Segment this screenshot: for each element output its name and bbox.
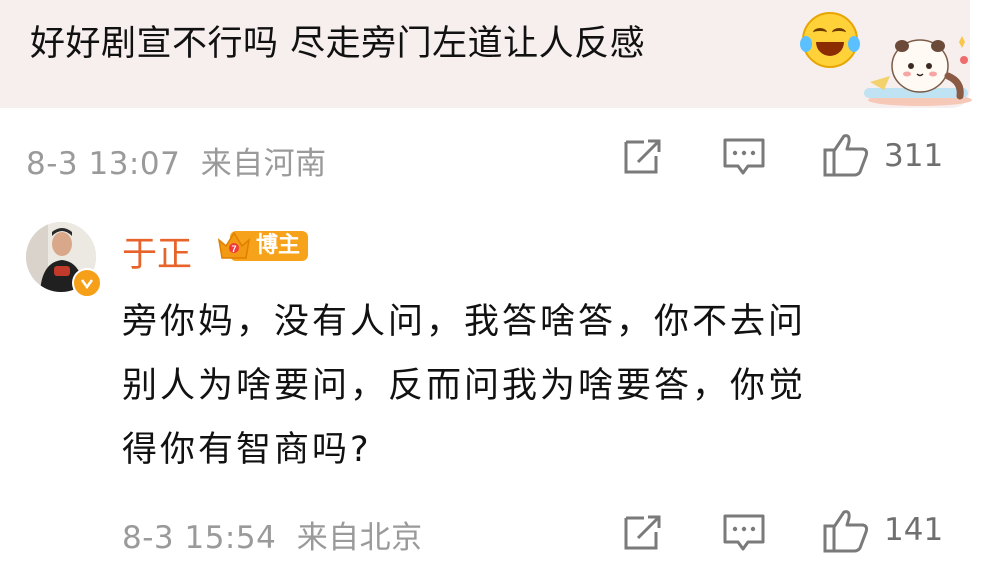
like-icon[interactable] — [822, 132, 870, 178]
reply-line: 旁你妈，没有人问，我答啥答，你不去问 — [122, 302, 807, 342]
comment-text: 好好剧宣不行吗 尽走旁门左道让人反感 — [30, 24, 646, 64]
laughing-crying-emoji-icon — [800, 12, 860, 68]
comment-like-count: 311 — [884, 138, 944, 174]
like-icon[interactable] — [822, 508, 870, 554]
comment-timestamp: 8-3 13:07 来自河南 — [26, 146, 327, 182]
svg-text:7: 7 — [231, 244, 236, 254]
comment-bubble: 好好剧宣不行吗 尽走旁门左道让人反感 — [0, 0, 972, 108]
reply-line: 得你有智商吗? — [122, 430, 372, 470]
reply-like-count: 141 — [884, 512, 944, 548]
comment-icon[interactable] — [722, 512, 766, 554]
share-icon[interactable] — [622, 136, 664, 176]
blogger-badge: 7 博主 — [216, 226, 309, 266]
reply-line: 别人为啥要问，反而问我为啥要答，你觉 — [122, 366, 807, 406]
panda-sticker-icon — [864, 36, 972, 106]
crown-icon: 7 — [217, 231, 251, 259]
share-icon[interactable] — [622, 512, 664, 552]
verified-icon — [72, 268, 102, 298]
reply-text: 旁你妈，没有人问，我答啥答，你不去问 别人为啥要问，反而问我为啥要答，你觉 得你… — [122, 290, 942, 482]
username[interactable]: 于正 — [122, 226, 192, 277]
comment-icon[interactable] — [722, 136, 766, 178]
reply-timestamp: 8-3 15:54 来自北京 — [122, 520, 423, 556]
